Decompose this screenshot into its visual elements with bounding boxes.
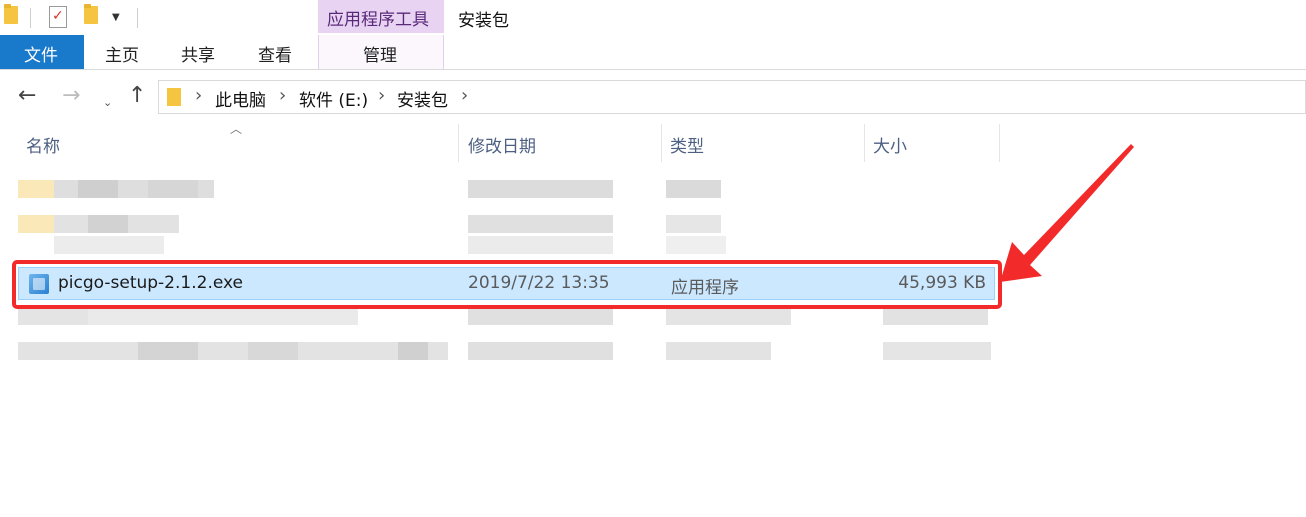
tab-label: 管理	[363, 46, 397, 66]
separator	[30, 8, 31, 28]
folder-icon	[167, 88, 181, 106]
quick-access-toolbar: ✓ ▼ 应用程序工具 安装包	[0, 0, 1306, 36]
tab-manage[interactable]: 管理	[318, 35, 444, 69]
chevron-right-icon[interactable]: ›	[461, 85, 468, 106]
pixelated-row	[18, 307, 998, 325]
window-title: 安装包	[458, 11, 509, 31]
navigation-bar: ← → ⌄ ↑ › 此电脑 › 软件 (E:) › 安装包 ›	[0, 70, 1306, 124]
tab-label: 主页	[105, 46, 139, 66]
breadcrumb-item[interactable]: 安装包	[397, 86, 448, 111]
separator	[137, 8, 138, 28]
properties-icon[interactable]: ✓	[49, 6, 67, 28]
pixelated-row	[18, 342, 998, 360]
tab-share[interactable]: 共享	[160, 35, 236, 69]
chevron-right-icon[interactable]: ›	[195, 85, 202, 106]
tab-label: 查看	[258, 46, 292, 66]
new-folder-icon[interactable]	[84, 4, 98, 24]
chevron-right-icon[interactable]: ›	[378, 85, 385, 106]
arrow-up-icon[interactable]: ↑	[128, 85, 146, 107]
tab-view[interactable]: 查看	[236, 35, 318, 69]
tab-home[interactable]: 主页	[84, 35, 160, 69]
chevron-right-icon[interactable]: ›	[279, 85, 286, 106]
annotation-highlight-box	[12, 260, 1002, 309]
annotation-arrow	[1000, 144, 1134, 282]
context-tab-group-label: 应用程序工具	[327, 10, 429, 30]
column-header-name[interactable]: 名称	[26, 132, 60, 157]
address-bar[interactable]: › 此电脑 › 软件 (E:) › 安装包 ›	[158, 80, 1306, 114]
arrow-right-icon[interactable]: →	[62, 85, 80, 107]
dropdown-icon[interactable]: ▼	[112, 12, 120, 23]
breadcrumb-item[interactable]: 软件 (E:)	[299, 86, 368, 111]
column-header-size[interactable]: 大小	[873, 132, 907, 157]
column-divider[interactable]	[661, 124, 662, 162]
tab-label: 共享	[181, 46, 215, 66]
sort-ascending-icon: ︿	[230, 122, 243, 136]
column-divider[interactable]	[864, 124, 865, 162]
ribbon-tabs: 文件 主页 共享 查看 管理	[0, 35, 1306, 70]
pixelated-row	[18, 215, 998, 233]
column-header-type[interactable]: 类型	[670, 132, 704, 157]
column-divider[interactable]	[458, 124, 459, 162]
tab-label: 文件	[24, 46, 58, 66]
column-header-date[interactable]: 修改日期	[468, 132, 536, 157]
breadcrumb-item[interactable]: 此电脑	[215, 86, 266, 111]
folder-icon[interactable]	[4, 4, 18, 24]
tab-file[interactable]: 文件	[0, 35, 84, 69]
pixelated-row	[18, 180, 998, 198]
pixelated-row	[18, 236, 998, 254]
chevron-down-icon[interactable]: ⌄	[103, 92, 112, 114]
context-tab-group: 应用程序工具	[318, 0, 444, 33]
arrow-left-icon[interactable]: ←	[18, 85, 36, 107]
